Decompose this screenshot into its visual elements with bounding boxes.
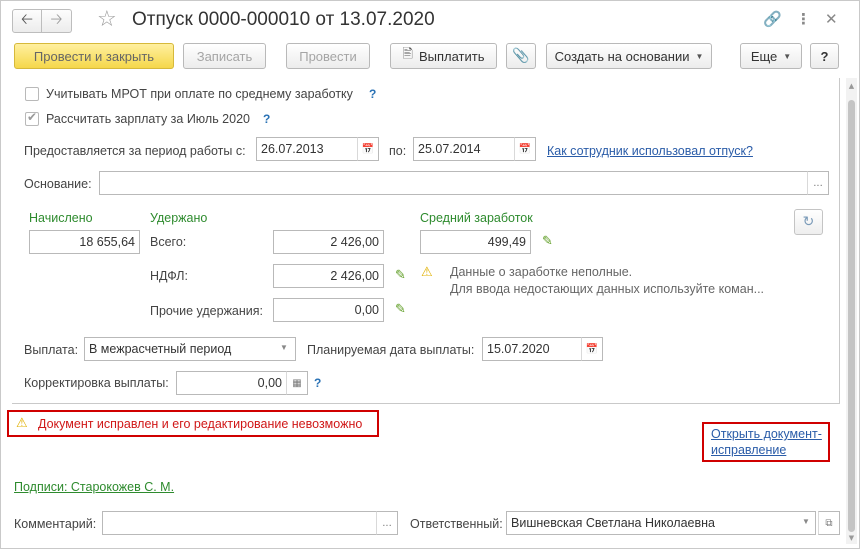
warning-icon: ⚠ [16, 416, 28, 431]
star-icon[interactable]: ☆ [97, 7, 117, 32]
accrued-label: Начислено [29, 211, 93, 225]
more-button-label: Еще [750, 48, 778, 64]
help-button[interactable]: ? [810, 43, 839, 69]
document-corrected-message: Документ исправлен и его редактирование … [38, 417, 363, 431]
mrot-label: Учитывать МРОТ при оплате по среднему за… [46, 87, 353, 101]
pencil-icon[interactable]: ✎ [542, 234, 553, 249]
period-to-label: по: [389, 144, 407, 158]
refresh-icon: ↻ [802, 214, 815, 230]
calendar-icon[interactable]: 📅 [581, 337, 603, 361]
calc-help-icon[interactable]: ? [263, 112, 270, 126]
average-earnings-field: 499,49 [420, 230, 531, 254]
correction-field[interactable]: 0,00 [176, 371, 287, 395]
total-label: Всего: [150, 235, 187, 249]
pencil-icon[interactable]: ✎ [395, 268, 406, 283]
open-correction-link-line2[interactable]: исправление [711, 443, 786, 457]
correction-help-icon[interactable]: ? [314, 376, 321, 390]
correction-label: Корректировка выплаты: [24, 376, 169, 390]
scrollbar-thumb[interactable] [848, 100, 855, 532]
document-pay-icon: 🖹 [402, 47, 413, 62]
responsible-select[interactable]: Вишневская Светлана Николаевна [506, 511, 816, 535]
pay-button-label: Выплатить [418, 48, 485, 64]
calendar-icon[interactable]: 📅 [514, 137, 536, 161]
create-based-on-button[interactable]: Создать на основании ▼ [546, 43, 712, 69]
attach-button[interactable]: 📎 [506, 43, 536, 69]
pay-button[interactable]: 🖹 Выплатить [390, 43, 497, 69]
comment-field[interactable] [102, 511, 377, 535]
accrued-field: 18 655,64 [29, 230, 140, 254]
link-icon[interactable]: 🔗 [763, 10, 782, 28]
ellipsis-icon[interactable]: ... [807, 171, 829, 195]
other-withholdings-label: Прочие удержания: [150, 304, 264, 318]
comment-label: Комментарий: [14, 517, 97, 531]
chevron-down-icon: ▼ [783, 51, 792, 61]
post-and-close-button[interactable]: Провести и закрыть [14, 43, 174, 69]
forward-button[interactable]: 🡢 [42, 9, 72, 33]
chevron-down-icon[interactable]: ▼ [280, 343, 288, 352]
pencil-icon[interactable]: ✎ [395, 302, 406, 317]
ndfl-label: НДФЛ: [150, 269, 188, 283]
other-withholdings-field: 0,00 [273, 298, 384, 322]
warning-icon: ⚠ [421, 265, 433, 280]
chevron-down-icon[interactable]: ▼ [802, 517, 810, 526]
basis-field[interactable] [99, 171, 808, 195]
average-earnings-label: Средний заработок [420, 211, 533, 225]
payout-label: Выплата: [24, 343, 79, 357]
earnings-warning-line2[interactable]: Для ввода недостающих данных используйте… [450, 282, 764, 296]
total-field: 2 426,00 [273, 230, 384, 254]
earnings-warning-line1: Данные о заработке неполные. [450, 265, 633, 279]
open-icon[interactable]: ⧉ [818, 511, 840, 535]
refresh-button[interactable]: ↻ [794, 209, 823, 235]
period-label: Предоставляется за период работы с: [24, 144, 246, 158]
more-button[interactable]: Еще ▼ [740, 43, 802, 69]
post-button[interactable]: Провести [286, 43, 370, 69]
create-based-on-label: Создать на основании [554, 48, 690, 64]
payout-select[interactable]: В межрасчетный период [84, 337, 296, 361]
mrot-checkbox[interactable] [25, 87, 39, 101]
scroll-down-icon[interactable]: ▼ [846, 534, 857, 542]
signatures-link[interactable]: Подписи: Старокожев С. М. [14, 480, 174, 494]
vacation-usage-link[interactable]: Как сотрудник использовал отпуск? [547, 144, 753, 158]
ndfl-field: 2 426,00 [273, 264, 384, 288]
withheld-label: Удержано [150, 211, 208, 225]
period-from-field[interactable]: 26.07.2013 [256, 137, 358, 161]
page-title: Отпуск 0000-000010 от 13.07.2020 [132, 9, 435, 30]
arrow-right-icon: 🡢 [50, 9, 63, 28]
planned-date-field[interactable]: 15.07.2020 [482, 337, 582, 361]
calculator-icon[interactable]: ▦ [286, 371, 308, 395]
close-icon[interactable]: ✕ [825, 10, 838, 28]
responsible-label: Ответственный: [410, 517, 503, 531]
ellipsis-icon[interactable]: ... [376, 511, 398, 535]
chevron-down-icon: ▼ [695, 51, 704, 61]
mrot-help-icon[interactable]: ? [369, 87, 376, 101]
calc-salary-checkbox[interactable] [25, 110, 39, 126]
open-correction-link-line1[interactable]: Открыть документ- [711, 427, 822, 441]
save-button[interactable]: Записать [183, 43, 266, 69]
calc-salary-label: Рассчитать зарплату за Июль 2020 [46, 112, 250, 126]
basis-label: Основание: [24, 177, 92, 191]
period-to-field[interactable]: 25.07.2014 [413, 137, 515, 161]
planned-date-label: Планируемая дата выплаты: [307, 343, 475, 357]
arrow-left-icon: 🡠 [20, 9, 34, 28]
paperclip-icon: 📎 [512, 48, 530, 64]
more-vertical-icon[interactable]: ⋮ [796, 10, 811, 28]
back-button[interactable]: 🡠 [12, 9, 42, 33]
calendar-icon[interactable]: 📅 [357, 137, 379, 161]
scroll-up-icon[interactable]: ▲ [846, 82, 857, 90]
